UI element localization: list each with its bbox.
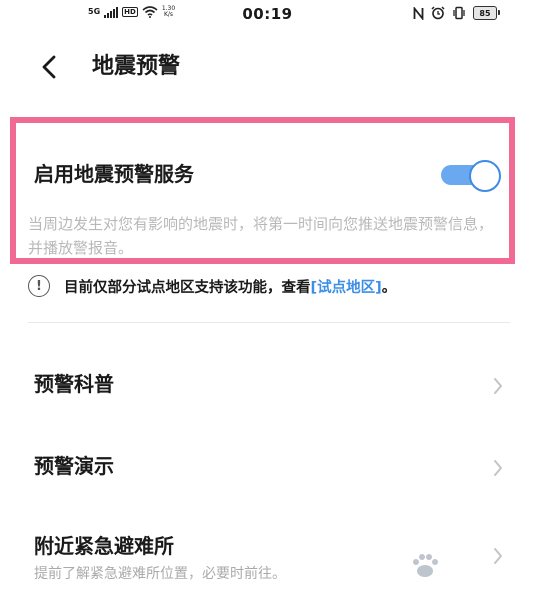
pilot-area-link[interactable]: [试点地区] xyxy=(311,280,382,296)
pilot-area-notice: ! 目前仅部分试点地区支持该功能，查看[试点地区]。 xyxy=(28,272,396,300)
page-title: 地震预警 xyxy=(92,54,181,79)
menu-item-demo[interactable]: 预警演示 xyxy=(0,436,535,496)
menu-item-science[interactable]: 预警科普 xyxy=(0,356,535,416)
menu-item-label: 预警演示 xyxy=(34,454,114,478)
status-bar: 5G HD 1.30 K/s 00:19 85 xyxy=(0,0,535,30)
service-toggle[interactable] xyxy=(441,160,501,192)
app-header: 地震预警 xyxy=(0,44,535,90)
toggle-knob xyxy=(469,160,501,192)
battery-level: 85 xyxy=(479,8,491,18)
menu-item-label: 附近紧急避难所 xyxy=(34,534,174,558)
status-right: 85 xyxy=(413,6,500,20)
service-toggle-label: 启用地震预警服务 xyxy=(34,162,194,186)
notice-text: 目前仅部分试点地区支持该功能，查看[试点地区]。 xyxy=(64,276,396,297)
divider xyxy=(28,322,510,323)
paw-icon xyxy=(413,554,438,577)
menu-item-label: 预警科普 xyxy=(34,372,114,396)
watermark-logo xyxy=(408,548,528,588)
battery-icon: 85 xyxy=(473,6,500,20)
info-circle-icon: ! xyxy=(28,275,50,297)
chevron-right-icon xyxy=(492,376,504,396)
notice-body: 目前仅部分试点地区支持该功能，查看 xyxy=(64,279,311,296)
nfc-icon xyxy=(413,6,424,20)
notice-suffix: 。 xyxy=(381,279,397,296)
alarm-icon xyxy=(431,6,445,20)
back-button[interactable] xyxy=(38,54,62,80)
chevron-right-icon xyxy=(492,458,504,478)
chevron-left-icon xyxy=(42,55,56,79)
service-description: 当周边发生对您有影响的地震时，将第一时间向您推送地震预警信息，并播放警报音。 xyxy=(28,215,494,257)
vibrate-icon xyxy=(453,6,465,20)
menu-item-subtitle: 提前了解紧急避难所位置，必要时前往。 xyxy=(34,566,286,582)
